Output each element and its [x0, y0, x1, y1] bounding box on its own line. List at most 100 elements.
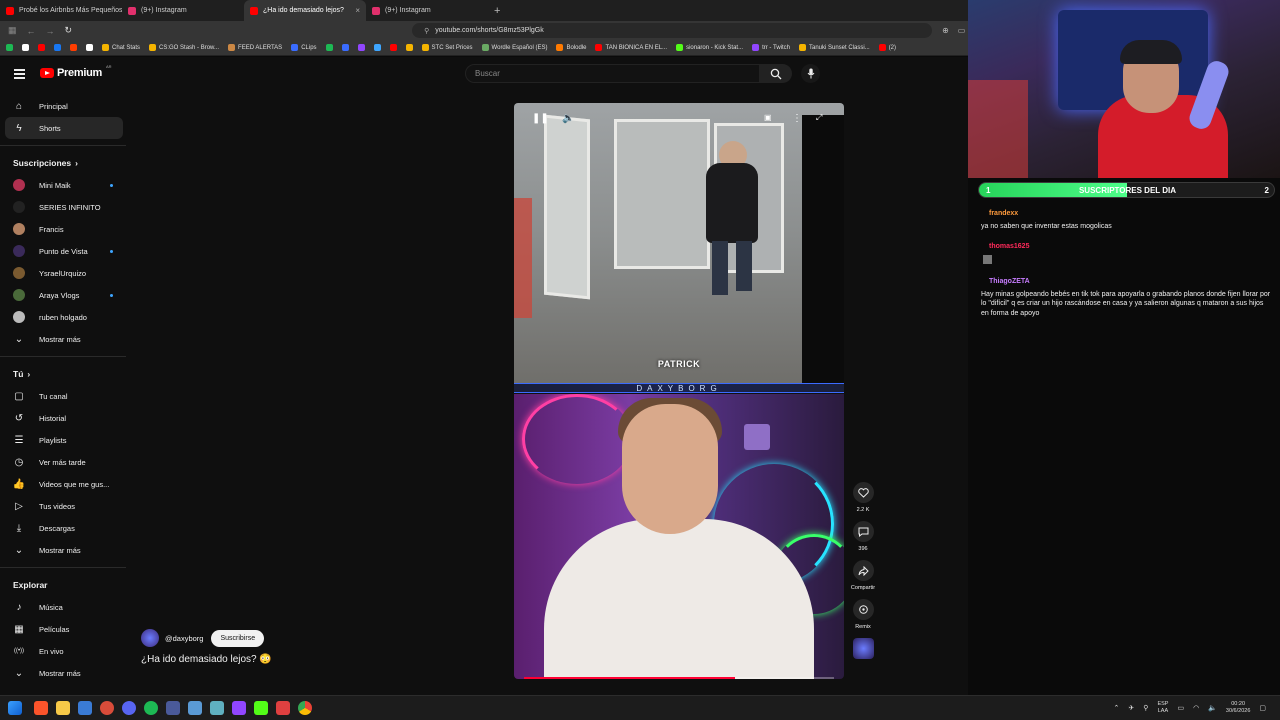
url-field[interactable]: ⚲ youtube.com/shorts/G8mz53PlgGk [412, 23, 933, 38]
show-more-button[interactable]: ⌄ Mostrar más [5, 539, 123, 561]
bookmark-item[interactable] [325, 44, 333, 51]
sidebar-subscription[interactable]: ruben holgado [5, 306, 123, 328]
browser-tab[interactable]: Probé los Airbnbs Más Pequeños de [0, 0, 122, 21]
sidebar-item[interactable]: ((•)) En vivo [5, 640, 123, 662]
more-options-icon[interactable]: ⋮ [792, 113, 802, 124]
video-title[interactable]: ¿Ha ido demasiado lejos? 😳 [141, 654, 272, 665]
tray-app-icon[interactable]: ✈ [1128, 704, 1134, 712]
sidebar-item[interactable]: ▢ Tu canal [5, 385, 123, 407]
bookmark-item[interactable] [341, 44, 349, 51]
bookmark-item[interactable]: Wordle Español (ES) [481, 44, 547, 51]
show-more-button[interactable]: ⌄ Mostrar más [5, 662, 123, 684]
bookmark-item[interactable]: Bolodle [556, 44, 586, 51]
you-header[interactable]: Tú › [0, 363, 128, 385]
channel-name[interactable]: @daxyborg [165, 634, 203, 643]
voice-search-button[interactable] [801, 64, 820, 83]
bookmark-item[interactable] [6, 44, 13, 51]
volume-icon[interactable]: 🔈 [562, 113, 574, 124]
bookmark-item[interactable] [357, 44, 365, 51]
zoom-icon[interactable]: ⊕ [942, 26, 949, 35]
sidebar-item[interactable]: ▦ Películas [5, 618, 123, 640]
progress-bar[interactable] [524, 677, 834, 679]
media-icon[interactable] [276, 701, 290, 715]
tab-close-icon[interactable]: × [355, 6, 360, 15]
bookmark-item[interactable]: STC Set Prices [421, 44, 473, 51]
sidebar-item[interactable]: ♪ Música [5, 596, 123, 618]
bookmark-item[interactable]: trr - Twitch [752, 44, 790, 51]
chrome-icon[interactable] [298, 701, 312, 715]
shorts-player[interactable]: ❚❚ 🔈 ▣ ⋮ ⤢ PATRICK DAXYBORG [514, 103, 844, 679]
file-explorer-icon[interactable] [56, 701, 70, 715]
bookmark-item[interactable]: Tanuki Sunset Classi... [798, 44, 870, 51]
forward-icon[interactable]: → [46, 26, 55, 36]
chat-username[interactable]: thomas1625 [989, 242, 1273, 252]
pause-icon[interactable]: ❚❚ [532, 113, 549, 124]
chat-username[interactable]: frandexx [989, 209, 1273, 219]
windows-start-icon[interactable] [8, 701, 22, 715]
back-icon[interactable]: ← [27, 26, 36, 36]
chat-username[interactable]: ThiagoZETA [989, 277, 1273, 287]
channel-avatar[interactable] [141, 629, 159, 647]
comments-button[interactable]: 396 [848, 521, 878, 552]
bookmark-item[interactable] [70, 44, 77, 51]
site-info-icon[interactable]: ⚲ [424, 27, 429, 35]
subscriptions-header[interactable]: Suscripciones › [0, 152, 128, 174]
tray-chevron-icon[interactable]: ⌃ [1114, 704, 1120, 712]
wifi-icon[interactable]: ◠ [1193, 704, 1199, 712]
bookmark-item[interactable]: CS:GO Stash - Brow... [149, 44, 219, 51]
browser-tab[interactable]: ¿Ha ido demasiado lejos? × [244, 0, 366, 21]
notifications-icon[interactable]: ▢ [1259, 704, 1266, 712]
sidebar-item[interactable]: 👍 Videos que me gus... [5, 473, 123, 495]
tray-network-icon[interactable]: ⚲ [1143, 704, 1148, 712]
sidebar-item[interactable]: ☰ Playlists [5, 429, 123, 451]
twitch-icon[interactable] [232, 701, 246, 715]
clock[interactable]: 00:20 30/6/2026 [1226, 701, 1250, 715]
cast-icon[interactable]: ▭ [958, 26, 966, 35]
show-more-button[interactable]: ⌄ Mostrar más [5, 328, 123, 350]
bookmark-item[interactable]: (2) [878, 44, 896, 51]
bookmark-item[interactable] [86, 44, 93, 51]
sidebar-item[interactable]: ↺ Historial [5, 407, 123, 429]
sidebar-item[interactable]: ▷ Tus videos [5, 495, 123, 517]
sidebar-subscription[interactable]: Francis [5, 218, 123, 240]
volume-tray-icon[interactable]: 🔈 [1208, 704, 1217, 712]
discord-icon[interactable] [122, 701, 136, 715]
sidebar-subscription[interactable]: Punto de Vista [5, 240, 123, 262]
kick-icon[interactable] [254, 701, 268, 715]
bookmark-item[interactable] [22, 44, 29, 51]
bookmark-item[interactable]: sionaron - Kick Stat... [676, 44, 743, 51]
remix-button[interactable]: Remix [848, 599, 878, 630]
apps-icon[interactable]: ▦ [8, 25, 17, 36]
sidebar-subscription[interactable]: YsraelUrquizo [5, 262, 123, 284]
bookmark-item[interactable] [405, 44, 413, 51]
language-indicator[interactable]: ESP LAA [1157, 701, 1168, 715]
captions-icon[interactable]: ▣ [764, 113, 772, 122]
spotify-icon[interactable] [144, 701, 158, 715]
menu-icon[interactable] [14, 69, 25, 81]
bookmark-item[interactable]: FEED ALERTAS [228, 44, 282, 51]
sidebar-item[interactable]: ϟ Shorts [5, 117, 123, 139]
bookmark-item[interactable] [54, 44, 61, 51]
search-input[interactable]: Buscar [465, 64, 760, 83]
bookmark-item[interactable]: Chat Stats [102, 44, 140, 51]
bookmark-item[interactable] [389, 44, 397, 51]
search-button[interactable] [760, 64, 792, 83]
sidebar-subscription[interactable]: Mini Maik [5, 174, 123, 196]
bookmark-item[interactable] [373, 44, 381, 51]
bookmark-item[interactable]: TAN BIONICA EN EL... [595, 44, 667, 51]
bookmark-item[interactable] [38, 44, 45, 51]
sidebar-subscription[interactable]: SERIES INFINITO [5, 196, 123, 218]
like-button[interactable]: 2.2 K [848, 482, 878, 513]
settings-icon[interactable] [188, 701, 202, 715]
share-button[interactable]: Compartir [848, 560, 878, 591]
sidebar-item[interactable]: ⤓ Descargas [5, 517, 123, 539]
fullscreen-icon[interactable]: ⤢ [816, 113, 822, 123]
reload-icon[interactable]: ↻ [65, 25, 73, 36]
network-app-icon[interactable] [210, 701, 224, 715]
sidebar-item[interactable]: ◷ Ver más tarde [5, 451, 123, 473]
window-icon[interactable] [166, 701, 180, 715]
browser-icon[interactable] [100, 701, 114, 715]
brave-icon[interactable] [34, 701, 48, 715]
app-icon[interactable] [78, 701, 92, 715]
bookmark-item[interactable]: CLips [291, 44, 317, 51]
